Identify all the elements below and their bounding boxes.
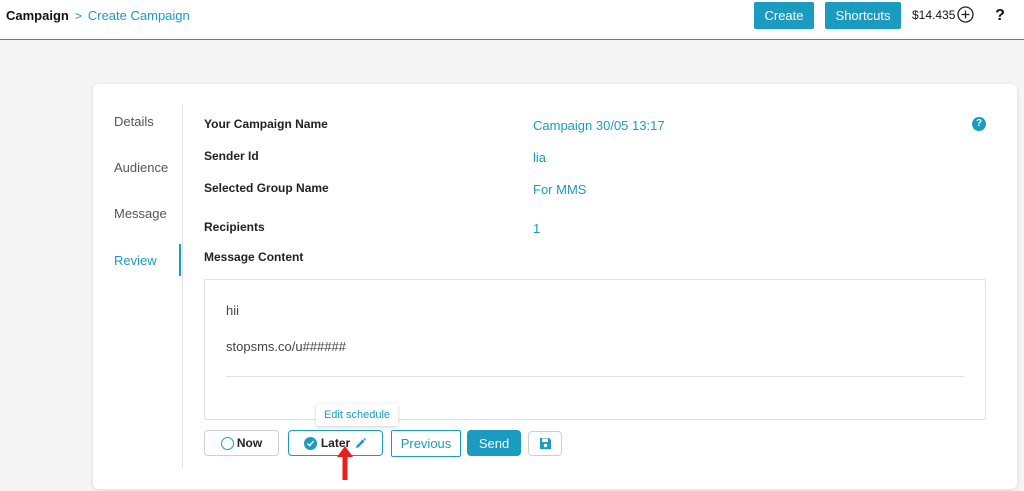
steps-divider — [182, 104, 183, 468]
group-name-value: For MMS — [533, 182, 587, 197]
step-message[interactable]: Message — [114, 206, 167, 221]
send-button[interactable]: Send — [467, 430, 521, 456]
create-button[interactable]: Create — [754, 2, 814, 29]
red-arrow-icon — [337, 446, 353, 480]
edit-schedule-tooltip: Edit schedule — [316, 404, 398, 426]
review-help-icon[interactable]: ? — [972, 117, 986, 131]
message-content-box: hii stopsms.co/u###### — [204, 279, 986, 420]
message-content-label: Message Content — [204, 250, 304, 264]
step-details[interactable]: Details — [114, 114, 154, 129]
save-icon — [539, 438, 551, 449]
breadcrumb-campaign[interactable]: Campaign — [6, 8, 69, 23]
schedule-now-option[interactable]: Now — [204, 430, 279, 456]
shortcuts-button[interactable]: Shortcuts — [825, 2, 901, 29]
campaign-steps-nav: Details Audience Message Review — [93, 84, 183, 468]
recipients-label: Recipients — [204, 220, 265, 234]
pencil-edit-icon[interactable] — [354, 437, 367, 450]
group-name-label: Selected Group Name — [204, 181, 329, 195]
active-step-indicator — [179, 244, 181, 276]
save-draft-button[interactable] — [528, 431, 562, 456]
radio-unchecked-icon — [220, 436, 234, 450]
balance-amount: $14.435 — [912, 8, 956, 22]
message-line-1: hii — [226, 303, 240, 318]
breadcrumb-separator-icon: > — [74, 8, 82, 23]
message-line-2: stopsms.co/u###### — [226, 339, 346, 354]
previous-button[interactable]: Previous — [391, 430, 461, 457]
sender-id-value: lia — [533, 150, 547, 165]
step-audience[interactable]: Audience — [114, 160, 168, 175]
add-funds-plus-icon[interactable] — [957, 6, 974, 23]
create-campaign-card: Details Audience Message Review Your Cam… — [93, 84, 1017, 489]
message-divider — [226, 376, 964, 377]
breadcrumb-create-campaign: Create Campaign — [87, 8, 190, 23]
radio-checked-icon — [303, 436, 317, 450]
top-bar: Campaign > Create Campaign Create Shortc… — [0, 0, 1024, 40]
breadcrumb: Campaign > Create Campaign — [6, 8, 190, 23]
step-review[interactable]: Review — [114, 253, 157, 268]
now-label: Now — [236, 436, 263, 450]
recipients-value: 1 — [533, 221, 541, 236]
campaign-name-value: Campaign 30/05 13:17 — [533, 118, 665, 133]
sender-id-label: Sender Id — [204, 149, 259, 163]
campaign-name-label: Your Campaign Name — [204, 117, 328, 131]
help-button[interactable]: ? — [985, 2, 1015, 29]
